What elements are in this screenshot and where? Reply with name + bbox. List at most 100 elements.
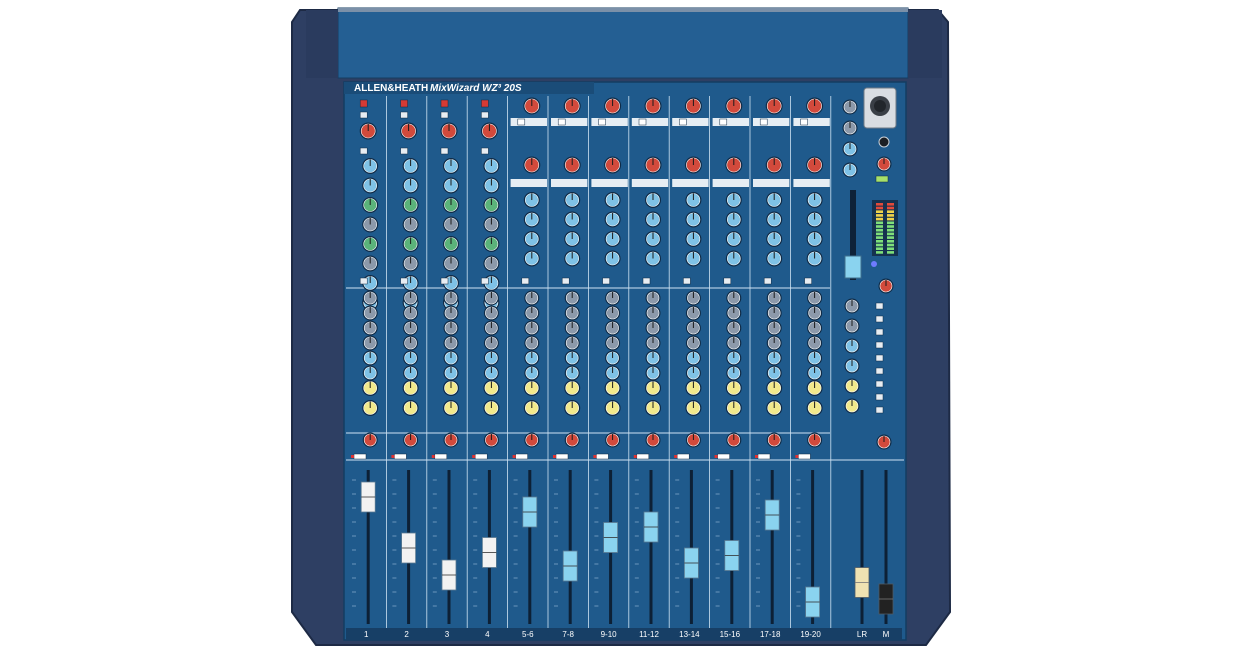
rotary-knob[interactable]	[440, 122, 458, 140]
rotary-knob[interactable]	[685, 231, 702, 247]
switch-button[interactable]	[400, 147, 408, 155]
rotary-knob[interactable]	[564, 231, 581, 247]
rotary-knob[interactable]	[362, 236, 379, 252]
rotary-knob[interactable]	[480, 122, 498, 140]
rotary-knob[interactable]	[523, 400, 540, 416]
rotary-knob[interactable]	[443, 158, 459, 174]
rotary-knob[interactable]	[766, 305, 782, 321]
rotary-knob[interactable]	[483, 432, 499, 448]
rotary-knob[interactable]	[524, 305, 540, 321]
rotary-knob[interactable]	[806, 380, 823, 396]
rotary-knob[interactable]	[726, 335, 742, 351]
rotary-knob[interactable]	[685, 432, 701, 448]
rotary-knob[interactable]	[483, 350, 499, 366]
rotary-knob[interactable]	[844, 378, 860, 394]
rotary-knob[interactable]	[605, 305, 621, 321]
rotary-knob[interactable]	[844, 398, 860, 414]
rotary-knob[interactable]	[685, 400, 702, 416]
return-fader-cap[interactable]	[844, 255, 862, 279]
rotary-knob[interactable]	[443, 432, 459, 448]
rotary-knob[interactable]	[524, 320, 540, 336]
rotary-knob[interactable]	[362, 350, 378, 366]
rotary-knob[interactable]	[400, 122, 418, 140]
rotary-knob[interactable]	[726, 320, 742, 336]
switch-button[interactable]	[481, 99, 489, 108]
rotary-knob[interactable]	[644, 156, 662, 174]
switch-button[interactable]	[763, 277, 772, 285]
rotary-knob[interactable]	[765, 156, 783, 174]
rotary-knob[interactable]	[604, 250, 621, 267]
rotary-knob[interactable]	[443, 350, 459, 366]
rotary-knob[interactable]	[806, 400, 823, 416]
rotary-knob[interactable]	[684, 97, 702, 115]
switch-button[interactable]	[481, 147, 489, 155]
rotary-knob[interactable]	[563, 156, 581, 174]
rotary-knob[interactable]	[443, 290, 459, 306]
rotary-knob[interactable]	[483, 216, 500, 233]
rotary-knob[interactable]	[524, 350, 540, 366]
rotary-knob[interactable]	[806, 211, 823, 228]
switch-button[interactable]	[875, 367, 884, 375]
rotary-knob[interactable]	[684, 156, 702, 174]
rotary-knob[interactable]	[807, 320, 823, 336]
rotary-knob[interactable]	[644, 97, 662, 115]
rotary-knob[interactable]	[403, 305, 419, 321]
rotary-knob[interactable]	[807, 432, 823, 448]
switch-button[interactable]	[875, 175, 889, 183]
switch-button[interactable]	[800, 118, 808, 126]
rotary-knob[interactable]	[402, 158, 419, 174]
switch-button[interactable]	[515, 453, 528, 460]
rotary-knob[interactable]	[645, 231, 661, 247]
rotary-knob[interactable]	[564, 250, 581, 267]
rotary-knob[interactable]	[403, 432, 419, 448]
rotary-knob[interactable]	[443, 216, 459, 233]
rotary-knob[interactable]	[604, 380, 621, 396]
rotary-knob[interactable]	[483, 197, 500, 213]
rotary-knob[interactable]	[362, 380, 379, 396]
switch-button[interactable]	[353, 453, 367, 460]
rotary-knob[interactable]	[524, 365, 540, 381]
rotary-knob[interactable]	[359, 122, 377, 140]
rotary-knob[interactable]	[443, 236, 459, 252]
rotary-knob[interactable]	[766, 400, 783, 416]
rotary-knob[interactable]	[842, 99, 858, 115]
rotary-knob[interactable]	[604, 231, 621, 247]
rotary-knob[interactable]	[766, 335, 782, 351]
switch-button[interactable]	[719, 118, 728, 126]
switch-button[interactable]	[875, 406, 884, 414]
switch-button[interactable]	[679, 118, 687, 126]
rotary-knob[interactable]	[842, 162, 858, 178]
rotary-knob[interactable]	[564, 365, 580, 381]
rotary-knob[interactable]	[443, 335, 459, 351]
rotary-knob[interactable]	[403, 290, 419, 306]
switch-button[interactable]	[676, 453, 690, 460]
switch-button[interactable]	[561, 277, 570, 285]
rotary-knob[interactable]	[766, 290, 782, 306]
rotary-knob[interactable]	[443, 320, 459, 336]
rotary-knob[interactable]	[725, 97, 743, 115]
rotary-knob[interactable]	[685, 365, 701, 381]
rotary-knob[interactable]	[362, 197, 379, 213]
rotary-knob[interactable]	[807, 305, 823, 321]
rotary-knob[interactable]	[483, 290, 499, 306]
switch-button[interactable]	[434, 453, 448, 460]
rotary-knob[interactable]	[403, 335, 419, 351]
rotary-knob[interactable]	[483, 158, 500, 174]
switch-button[interactable]	[440, 111, 449, 119]
rotary-knob[interactable]	[604, 400, 621, 416]
rotary-knob[interactable]	[725, 156, 743, 174]
rotary-knob[interactable]	[483, 177, 500, 194]
switch-button[interactable]	[474, 453, 488, 460]
switch-button[interactable]	[717, 453, 730, 460]
rotary-knob[interactable]	[362, 158, 379, 174]
switch-button[interactable]	[875, 302, 884, 310]
rotary-knob[interactable]	[842, 120, 858, 136]
rotary-knob[interactable]	[645, 192, 661, 208]
switch-button[interactable]	[521, 277, 530, 285]
rotary-knob[interactable]	[605, 320, 621, 336]
switch-button[interactable]	[636, 453, 650, 460]
rotary-knob[interactable]	[807, 335, 823, 351]
rotary-knob[interactable]	[685, 290, 701, 306]
switch-button[interactable]	[683, 277, 691, 285]
rotary-knob[interactable]	[605, 335, 621, 351]
